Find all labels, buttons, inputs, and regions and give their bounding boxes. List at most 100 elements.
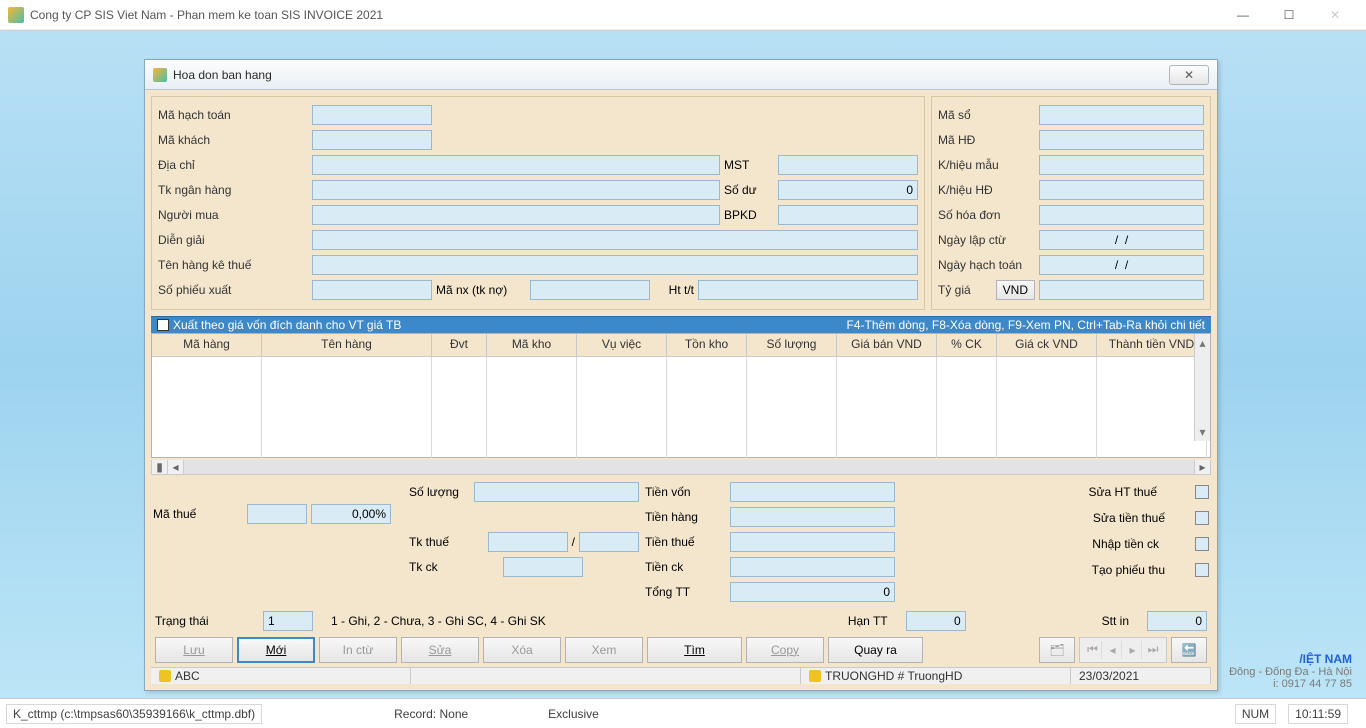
quay-ra-button[interactable]: Quay ra: [828, 637, 923, 663]
tim-button[interactable]: Tìm: [647, 637, 742, 663]
input-tong-tt[interactable]: [730, 582, 895, 602]
grid-col-5[interactable]: [667, 357, 747, 457]
copy-button[interactable]: Copy: [746, 637, 824, 663]
items-grid[interactable]: Mã hàngTên hàngĐvtMã khoVụ việcTồn khoSố…: [151, 333, 1211, 457]
grid-header-6[interactable]: Số lượng: [747, 334, 837, 356]
grid-col-6[interactable]: [747, 357, 837, 457]
grid-header-0[interactable]: Mã hàng: [152, 334, 262, 356]
input-ma-thue[interactable]: [247, 504, 307, 524]
grid-col-4[interactable]: [577, 357, 667, 457]
input-so-hoa-don[interactable]: [1039, 205, 1204, 225]
nav-prev-button[interactable]: ◂: [1104, 641, 1122, 659]
input-tien-hang[interactable]: [730, 507, 895, 527]
input-tk-ngan-hang[interactable]: [312, 180, 720, 200]
minimize-button[interactable]: —: [1220, 0, 1266, 30]
lbl-ngay-lap-ctu: Ngày lập ctừ: [938, 233, 1035, 247]
input-mst[interactable]: [778, 155, 918, 175]
input-bpkd[interactable]: [778, 205, 918, 225]
grid-header-3[interactable]: Mã kho: [487, 334, 577, 356]
in-ctu-button[interactable]: In ctừ: [319, 637, 397, 663]
grid-horizontal-scrollbar[interactable]: ▮◂▸: [151, 460, 1211, 475]
input-tk-ck[interactable]: [503, 557, 583, 577]
lbl-sua-ht-thue: Sửa HT thuế: [1088, 485, 1157, 499]
input-stt-in[interactable]: [1147, 611, 1207, 631]
input-so-luong-total[interactable]: [474, 482, 639, 502]
input-tien-thue[interactable]: [730, 532, 895, 552]
grid-header-8[interactable]: % CK: [937, 334, 997, 356]
input-trang-thai[interactable]: [263, 611, 313, 631]
background-company-text: /IỆT NAM Đông - Đống Đa - Hà Nội i: 0917…: [1229, 652, 1352, 690]
grid-col-1[interactable]: [262, 357, 432, 457]
nav-last-button[interactable]: ⏭: [1144, 641, 1162, 659]
grid-col-9[interactable]: [997, 357, 1097, 457]
exit-icon-button[interactable]: 🔙: [1171, 637, 1207, 663]
nav-next-button[interactable]: ▸: [1124, 641, 1142, 659]
input-ht-tt[interactable]: [698, 280, 918, 300]
checkbox-nhap-tien-ck[interactable]: [1195, 537, 1209, 551]
status-num: NUM: [1235, 704, 1276, 724]
grid-header-10[interactable]: Thành tiền VND: [1097, 334, 1207, 356]
grid-col-0[interactable]: [152, 357, 262, 457]
grid-col-7[interactable]: [837, 357, 937, 457]
input-khieu-mau[interactable]: [1039, 155, 1204, 175]
xem-button[interactable]: Xem: [565, 637, 643, 663]
grid-header-1[interactable]: Tên hàng: [262, 334, 432, 356]
input-nguoi-mua[interactable]: [312, 205, 720, 225]
input-tien-von[interactable]: [730, 482, 895, 502]
dialog-icon: [153, 68, 167, 82]
tree-icon-button[interactable]: 🗂: [1039, 637, 1075, 663]
grid-vertical-scrollbar[interactable]: ▴▾: [1194, 334, 1210, 440]
grid-col-8[interactable]: [937, 357, 997, 457]
grid-col-10[interactable]: [1097, 357, 1207, 457]
input-ngay-hach-toan[interactable]: [1039, 255, 1204, 275]
grid-col-2[interactable]: [432, 357, 487, 457]
input-ngay-lap-ctu[interactable]: [1039, 230, 1204, 250]
luu-button[interactable]: Lưu: [155, 637, 233, 663]
lbl-tk-thue: Tk thuế: [409, 535, 484, 549]
input-tien-ck[interactable]: [730, 557, 895, 577]
input-ty-gia[interactable]: [1039, 280, 1204, 300]
lbl-khieu-hd: K/hiệu HĐ: [938, 183, 1035, 197]
grid-col-3[interactable]: [487, 357, 577, 457]
xoa-button[interactable]: Xóa: [483, 637, 561, 663]
lbl-stt-in: Stt in: [1102, 614, 1129, 628]
grid-header-4[interactable]: Vụ việc: [577, 334, 667, 356]
close-button[interactable]: ✕: [1312, 0, 1358, 30]
input-ma-hd[interactable]: [1039, 130, 1204, 150]
dialog-titlebar[interactable]: Hoa don ban hang ✕: [145, 60, 1217, 90]
grid-header-7[interactable]: Giá bán VND: [837, 334, 937, 356]
input-tk-thue-2[interactable]: [579, 532, 639, 552]
input-so-du[interactable]: [778, 180, 918, 200]
checkbox-sua-tien-thue[interactable]: [1195, 511, 1209, 525]
nav-first-button[interactable]: ⏮: [1084, 641, 1102, 659]
input-ten-hang-ke-thue[interactable]: [312, 255, 918, 275]
input-dien-giai[interactable]: [312, 230, 918, 250]
moi-button[interactable]: Mới: [237, 637, 315, 663]
input-ma-thue-pct[interactable]: [311, 504, 391, 524]
input-ma-hach-toan[interactable]: [312, 105, 432, 125]
grid-header-9[interactable]: Giá ck VND: [997, 334, 1097, 356]
lbl-ma-thue: Mã thuế: [153, 507, 243, 521]
lbl-trang-thai-desc: 1 - Ghi, 2 - Chưa, 3 - Ghi SC, 4 - Ghi S…: [331, 614, 830, 628]
header-left-panel: Mã hạch toán Mã khách Địa chỉMST Tk ngân…: [151, 96, 925, 310]
checkbox-tao-phieu-thu[interactable]: [1195, 563, 1209, 577]
grid-header-2[interactable]: Đvt: [432, 334, 487, 356]
status-user: TRUONGHD # TruongHD: [825, 669, 962, 683]
checkbox-xuat-gia-von[interactable]: [157, 319, 169, 331]
currency-button[interactable]: VND: [996, 280, 1035, 300]
input-ma-khach[interactable]: [312, 130, 432, 150]
input-dia-chi[interactable]: [312, 155, 720, 175]
sua-button[interactable]: Sửa: [401, 637, 479, 663]
input-ma-so[interactable]: [1039, 105, 1204, 125]
app-icon: [8, 7, 24, 23]
dialog-close-button[interactable]: ✕: [1169, 65, 1209, 85]
input-ma-nx[interactable]: [530, 280, 650, 300]
input-khieu-hd[interactable]: [1039, 180, 1204, 200]
grid-header-5[interactable]: Tồn kho: [667, 334, 747, 356]
input-so-phieu-xuat[interactable]: [312, 280, 432, 300]
input-tk-thue-1[interactable]: [488, 532, 568, 552]
checkbox-sua-ht-thue[interactable]: [1195, 485, 1209, 499]
input-han-tt[interactable]: [906, 611, 966, 631]
invoice-dialog: Hoa don ban hang ✕ Mã hạch toán Mã khách…: [144, 59, 1218, 691]
maximize-button[interactable]: ☐: [1266, 0, 1312, 30]
